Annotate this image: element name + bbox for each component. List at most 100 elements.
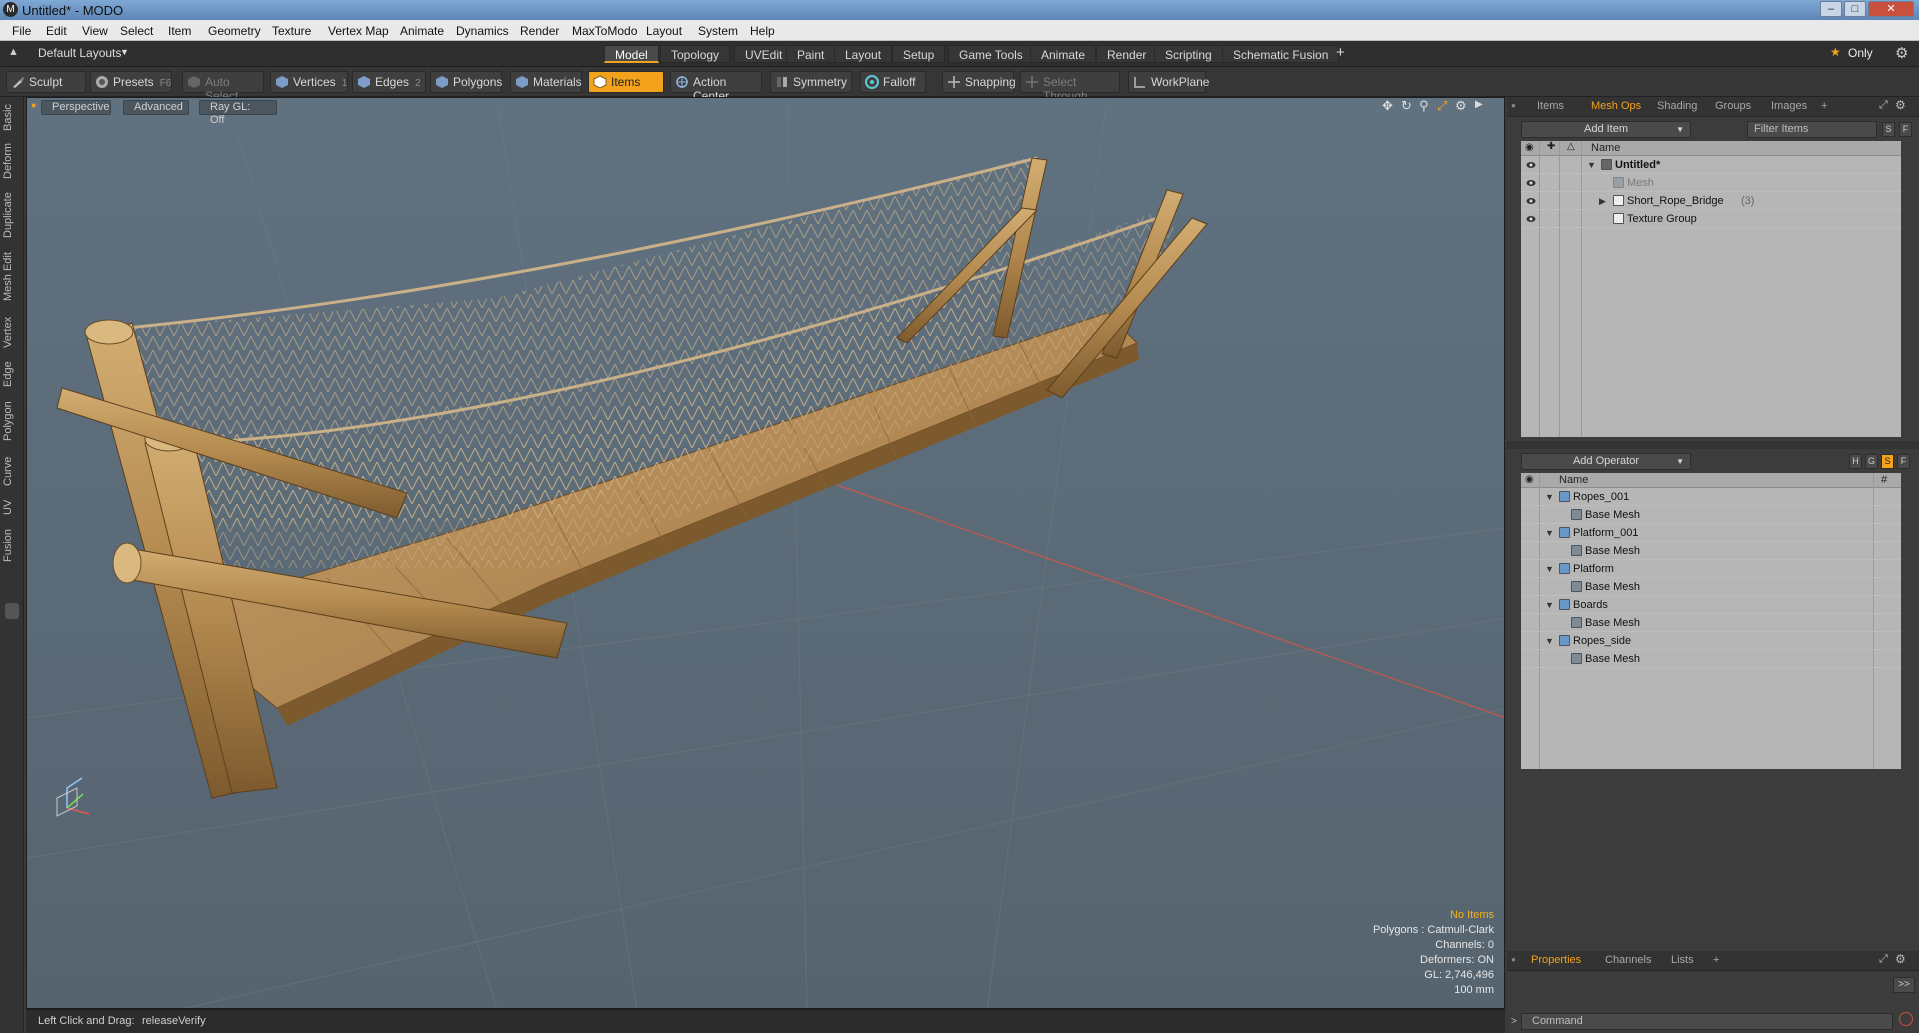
menu-item[interactable]: Item (168, 24, 191, 38)
expand-icon[interactable]: ⤢ (1879, 953, 1888, 966)
add-panel-tab-button[interactable]: + (1713, 954, 1719, 966)
pan-icon[interactable]: ✥ (1382, 98, 1393, 114)
rotate-icon[interactable]: ↻ (1401, 98, 1412, 114)
name-column-header[interactable]: Name (1591, 142, 1620, 154)
raygl-dropdown[interactable]: Ray GL: Off (199, 100, 277, 126)
collapse-arrow-icon[interactable]: ▼ (1545, 488, 1554, 506)
eye-icon[interactable]: ◉ (1525, 142, 1534, 153)
edges-button[interactable]: Edges 2 (352, 71, 426, 93)
perspective-dropdown[interactable]: Perspective (41, 100, 111, 115)
viewport-menu-icon[interactable]: ● (31, 100, 36, 110)
menu-help[interactable]: Help (750, 24, 775, 38)
zoom-icon[interactable]: ⚲ (1419, 98, 1429, 114)
panel-menu-icon[interactable]: ● (1511, 955, 1516, 964)
expand-icon[interactable]: ⤢ (1879, 99, 1888, 112)
falloff-button[interactable]: Falloff (860, 71, 926, 93)
meshop-row-base-mesh[interactable]: Base Mesh (1521, 506, 1901, 524)
gear-icon[interactable]: ⚙ (1895, 44, 1908, 62)
item-row-texture-group[interactable]: Texture Group (1521, 210, 1901, 228)
eye-icon[interactable] (1526, 214, 1536, 224)
meshop-row-ropes-side[interactable]: ▼ Ropes_side (1521, 632, 1901, 650)
item-row-scene[interactable]: ▼ Untitled* (1521, 156, 1901, 174)
menu-edit[interactable]: Edit (46, 24, 67, 38)
tab-lists[interactable]: Lists (1671, 954, 1694, 966)
name-column-header[interactable]: Name (1559, 474, 1588, 486)
tab-images[interactable]: Images (1771, 100, 1807, 112)
action-center-button[interactable]: Action Center (670, 71, 762, 103)
3d-viewport[interactable]: ● Perspective Advanced Ray GL: Off ✥ ↻ ⚲… (26, 97, 1505, 1009)
tab-basic[interactable]: Basic (2, 103, 22, 133)
collapse-arrow-icon[interactable]: ▼ (1545, 560, 1554, 578)
tab-uvedit[interactable]: UVEdit (734, 45, 794, 63)
tab-properties[interactable]: Properties (1531, 954, 1581, 966)
add-tab-button[interactable]: + (1336, 44, 1345, 61)
eye-icon[interactable]: ◉ (1525, 474, 1534, 485)
item-row-short-rope-bridge[interactable]: ▶ Short_Rope_Bridge (3) (1521, 192, 1901, 210)
add-item-dropdown[interactable]: Add Item ▼ (1521, 121, 1691, 138)
panel-splitter[interactable] (1507, 441, 1919, 449)
tab-duplicate[interactable]: Duplicate (2, 189, 22, 241)
panel-menu-icon[interactable]: ● (1511, 101, 1516, 110)
group-button[interactable]: G (1865, 454, 1878, 469)
menu-view[interactable]: View (82, 24, 108, 38)
render-icon[interactable]: △ (1567, 141, 1575, 152)
vertices-button[interactable]: Vertices 1 (270, 71, 348, 93)
meshop-row-platform-001[interactable]: ▼ Platform_001 (1521, 524, 1901, 542)
polygons-button[interactable]: Polygons (430, 71, 502, 93)
collapse-arrow-icon[interactable]: ▼ (1545, 524, 1554, 542)
collapse-arrow-icon[interactable]: ▼ (1545, 596, 1554, 614)
tab-groups[interactable]: Groups (1715, 100, 1751, 112)
tab-setup[interactable]: Setup (892, 45, 946, 63)
tab-curve[interactable]: Curve (2, 453, 22, 489)
tab-paint[interactable]: Paint (786, 45, 836, 63)
tab-mesh-edit[interactable]: Mesh Edit (2, 249, 22, 305)
layout-select[interactable]: Default Layouts (38, 46, 121, 60)
gear-icon[interactable]: ⚙ (1455, 98, 1467, 114)
eye-icon[interactable] (1526, 160, 1536, 170)
only-toggle[interactable]: Only (1848, 46, 1873, 60)
filter-items-input[interactable]: Filter Items (1747, 121, 1877, 138)
fit-icon[interactable]: ⤢ (1437, 98, 1447, 114)
close-button[interactable]: ✕ (1868, 1, 1914, 17)
hide-button[interactable]: H (1849, 454, 1862, 469)
snapping-button[interactable]: Snapping (942, 71, 1016, 93)
expand-toolbox-button[interactable] (5, 603, 19, 619)
solo-button[interactable]: S (1881, 454, 1894, 469)
sculpt-button[interactable]: Sculpt (6, 71, 86, 93)
tab-game-tools[interactable]: Game Tools (948, 45, 1034, 63)
record-icon[interactable] (1899, 1012, 1913, 1026)
expand-properties-button[interactable]: >> (1893, 977, 1915, 993)
tab-schematic-fusion[interactable]: Schematic Fusion (1222, 45, 1340, 63)
add-panel-tab-button[interactable]: + (1821, 100, 1827, 112)
add-operator-dropdown[interactable]: Add Operator ▼ (1521, 453, 1691, 470)
collapse-arrow-icon[interactable]: ▼ (1587, 156, 1596, 174)
eye-icon[interactable] (1526, 178, 1536, 188)
item-row-mesh[interactable]: Mesh (1521, 174, 1901, 192)
chevron-down-icon[interactable]: ▼ (120, 47, 129, 57)
menu-maxtomodo[interactable]: MaxToModo (572, 24, 637, 38)
tab-topology[interactable]: Topology (660, 45, 731, 63)
meshop-row-boards[interactable]: ▼ Boards (1521, 596, 1901, 614)
menu-render[interactable]: Render (520, 24, 559, 38)
gear-icon[interactable]: ⚙ (1895, 98, 1906, 112)
workplane-button[interactable]: WorkPlane (1128, 71, 1209, 93)
collapse-arrow-icon[interactable]: ▼ (1545, 632, 1554, 650)
tab-fusion[interactable]: Fusion (2, 525, 22, 565)
meshop-row-base-mesh[interactable]: Base Mesh (1521, 614, 1901, 632)
tab-vertex[interactable]: Vertex (2, 313, 22, 351)
menu-select[interactable]: Select (120, 24, 153, 38)
tab-shading[interactable]: Shading (1657, 100, 1697, 112)
meshop-row-base-mesh[interactable]: Base Mesh (1521, 578, 1901, 596)
menu-geometry[interactable]: Geometry (208, 24, 261, 38)
menu-texture[interactable]: Texture (272, 24, 311, 38)
select-through-button[interactable]: Select Through (1020, 71, 1120, 103)
filter-mode-button[interactable]: F (1899, 122, 1912, 137)
gear-icon[interactable]: ⚙ (1895, 952, 1906, 966)
advanced-dropdown[interactable]: Advanced (123, 100, 189, 115)
menu-animate[interactable]: Animate (400, 24, 444, 38)
tab-deform[interactable]: Deform (2, 141, 22, 181)
expand-arrow-icon[interactable]: ▶ (1599, 192, 1606, 210)
mesh-ops-list[interactable]: ◉ Name # ▼ Ropes_001 Base Mesh ▼ Platfor… (1521, 473, 1901, 769)
tab-model[interactable]: Model (604, 45, 659, 63)
menu-vertex-map[interactable]: Vertex Map (328, 24, 389, 38)
